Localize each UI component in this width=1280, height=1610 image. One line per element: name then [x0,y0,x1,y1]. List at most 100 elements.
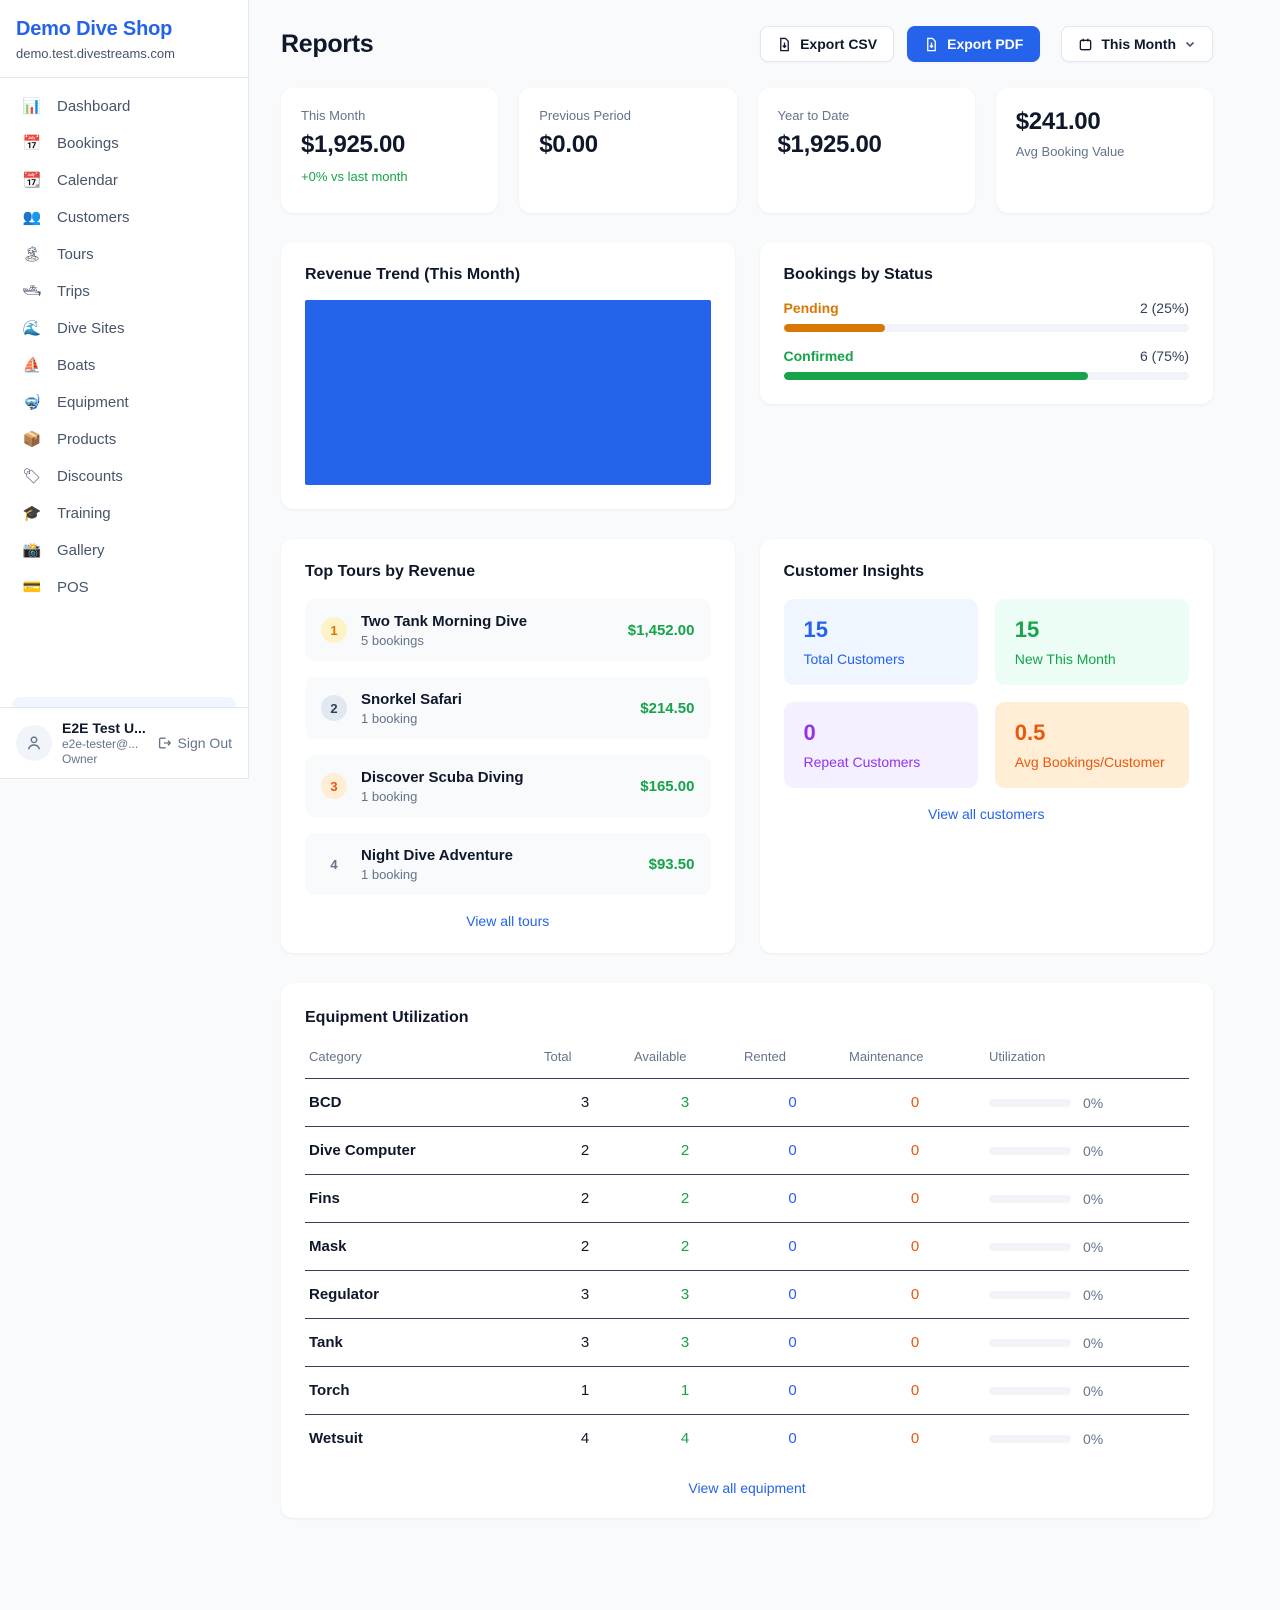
cell-total: 2 [540,1127,630,1175]
sidebar-item-tours[interactable]: 🏝 Tours [12,236,236,273]
cell-category: Wetsuit [305,1415,540,1463]
sidebar-item-gallery[interactable]: 📸Gallery [12,532,236,569]
sidebar-item-label: Dive Sites [57,320,125,337]
cell-category: Torch [305,1367,540,1415]
main-content: Reports Export CSV Export PDF [249,0,1280,1610]
cell-rented: 0 [740,1079,845,1127]
export-csv-button[interactable]: Export CSV [760,26,894,62]
column-header-available: Available [630,1041,740,1079]
view-all-tours-link[interactable]: View all tours [305,913,711,929]
tour-name: Discover Scuba Diving [361,769,626,786]
tour-bookings: 1 booking [361,867,635,882]
equipment-table: Category Total Available Rented Maintena… [305,1041,1189,1462]
insight-value: 15 [1015,617,1169,643]
status-bar-track [784,372,1190,380]
rank-badge: 3 [321,773,347,799]
insight-label: Avg Bookings/Customer [1015,754,1169,770]
sidebar-item-label: Trips [57,283,90,300]
customers-icon: 👥 [22,210,42,225]
sidebar-item-active-partial[interactable] [12,697,236,707]
cell-category: BCD [305,1079,540,1127]
calendar-outline-icon [1078,37,1093,52]
utilization-percent: 0% [1083,1191,1103,1207]
tour-amount: $165.00 [640,778,694,795]
status-row-pending: Pending 2 (25%) [784,300,1190,332]
sidebar: Demo Dive Shop demo.test.divestreams.com… [0,0,249,779]
tour-row: 3 Discover Scuba Diving 1 booking $165.0… [305,755,711,817]
sidebar-item-label: Customers [57,209,130,226]
sidebar-item-equipment[interactable]: 🤿Equipment [12,384,236,421]
cell-rented: 0 [740,1415,845,1463]
sidebar-item-customers[interactable]: 👥 Customers [12,199,236,236]
dashboard-icon: 📊 [22,99,42,114]
stat-label: Previous Period [539,108,716,123]
document-download-icon [777,37,792,52]
row-charts: Revenue Trend (This Month) Bookings by S… [281,242,1213,509]
sidebar-item-training[interactable]: 🎓Training [12,495,236,532]
export-pdf-button[interactable]: Export PDF [907,26,1040,62]
sidebar-item-label: Equipment [57,394,129,411]
insight-value: 0 [804,720,958,746]
user-section: E2E Test U... e2e-tester@... Owner Sign … [0,707,248,778]
sailboat-icon: ⛵ [22,358,42,373]
utilization-cell: 0% [989,1287,1185,1303]
speedboat-icon: 🛥 [22,284,42,299]
cell-available: 3 [630,1319,740,1367]
cell-available: 3 [630,1079,740,1127]
column-header-rented: Rented [740,1041,845,1079]
document-download-icon [924,37,939,52]
view-all-equipment-link[interactable]: View all equipment [305,1480,1189,1496]
table-row: Fins 2 2 0 0 0% [305,1175,1189,1223]
sidebar-item-calendar[interactable]: 📆Calendar [12,162,236,199]
sidebar-item-discounts[interactable]: 🏷Discounts [12,458,236,495]
view-all-customers-link[interactable]: View all customers [784,806,1190,822]
utilization-percent: 0% [1083,1143,1103,1159]
page: Demo Dive Shop demo.test.divestreams.com… [0,0,1280,1610]
status-bar-fill-pending [784,324,885,332]
period-dropdown[interactable]: This Month [1061,26,1213,62]
brand-name[interactable]: Demo Dive Shop [16,18,232,41]
cell-total: 2 [540,1223,630,1271]
revenue-trend-title: Revenue Trend (This Month) [305,266,711,284]
user-meta: E2E Test U... e2e-tester@... Owner [62,720,146,766]
sidebar-nav: 📊Dashboard 📅Bookings 📆Calendar 👥 Customer… [0,78,248,695]
sidebar-item-bookings[interactable]: 📅Bookings [12,125,236,162]
utilization-cell: 0% [989,1431,1185,1447]
sign-out-button[interactable]: Sign Out [156,735,232,751]
revenue-trend-chart [305,300,711,485]
cell-category: Regulator [305,1271,540,1319]
tour-bookings: 1 booking [361,711,626,726]
cell-total: 2 [540,1175,630,1223]
tour-list: 1 Two Tank Morning Dive 5 bookings $1,45… [305,599,711,895]
page-title: Reports [281,30,373,59]
sidebar-item-dashboard[interactable]: 📊Dashboard [12,88,236,125]
sidebar-item-label: Calendar [57,172,118,189]
brand-domain: demo.test.divestreams.com [16,46,232,61]
cell-maintenance: 0 [845,1175,985,1223]
cell-total: 1 [540,1367,630,1415]
table-row: Regulator 3 3 0 0 0% [305,1271,1189,1319]
user-role: Owner [62,752,146,766]
bookings-by-status-title: Bookings by Status [784,266,1190,284]
column-header-total: Total [540,1041,630,1079]
revenue-trend-card: Revenue Trend (This Month) [281,242,735,509]
sidebar-item-pos[interactable]: 💳POS [12,569,236,606]
sidebar-item-dive-sites[interactable]: 🌊Dive Sites [12,310,236,347]
island-icon: 🏝 [22,247,42,262]
sidebar-item-products[interactable]: 📦Products [12,421,236,458]
cell-available: 2 [630,1223,740,1271]
cell-category: Dive Computer [305,1127,540,1175]
stat-value: $1,925.00 [301,131,478,159]
cell-category: Tank [305,1319,540,1367]
table-header-row: Category Total Available Rented Maintena… [305,1041,1189,1079]
insight-value: 15 [804,617,958,643]
sidebar-item-boats[interactable]: ⛵Boats [12,347,236,384]
insight-value: 0.5 [1015,720,1169,746]
bookings-calendar-icon: 📅 [22,136,42,151]
cell-available: 3 [630,1271,740,1319]
sidebar-item-trips[interactable]: 🛥 Trips [12,273,236,310]
stat-card-previous-period: Previous Period $0.00 [519,88,736,213]
cell-total: 3 [540,1319,630,1367]
page-header: Reports Export CSV Export PDF [281,26,1213,62]
sidebar-item-label: Tours [57,246,94,263]
